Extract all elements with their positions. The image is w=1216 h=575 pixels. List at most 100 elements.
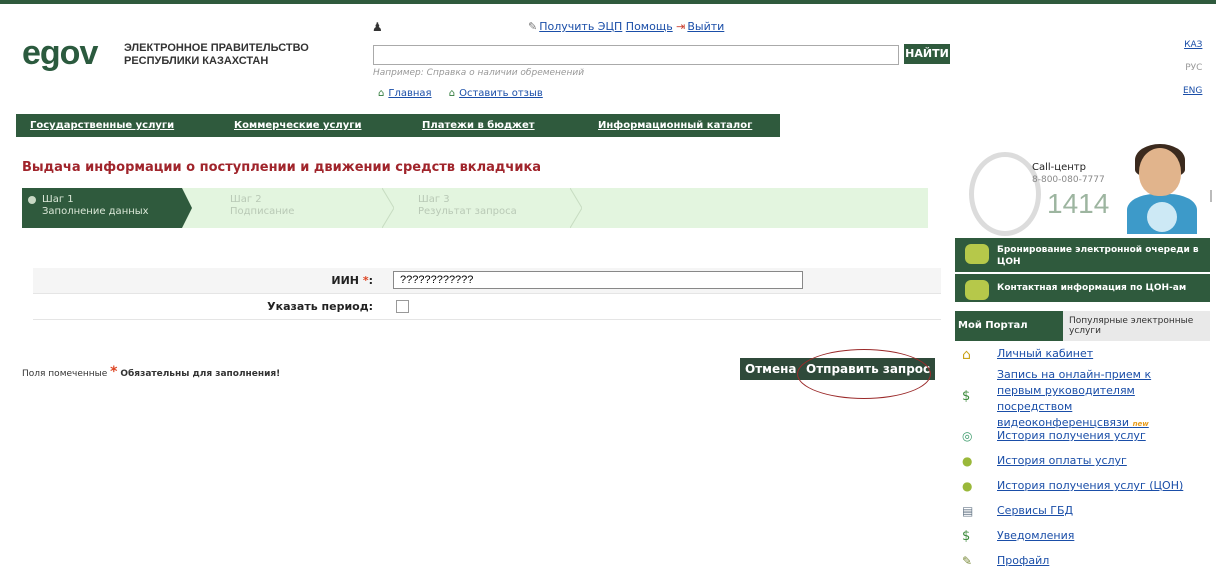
call-center-box: Call-центр 8-800-080-7777 1414 [955,140,1210,236]
nav-budget-payments[interactable]: Платежи в бюджет [422,120,535,131]
call-center-short-number: 1414 [1047,188,1110,219]
feedback-link[interactable]: Оставить отзыв [459,88,543,99]
form-row-period: Указать период: [33,294,941,320]
list-item: $ Запись на онлайн-прием к первым руково… [955,367,1210,429]
nav-info-catalog[interactable]: Информационный каталог [598,120,752,131]
step-1-label: Шаг 1 Заполнение данных [42,194,149,218]
video-appointment-text: Запись на онлайн-прием к первым руководи… [997,368,1152,429]
user-name [388,18,508,32]
search-input[interactable] [373,45,899,65]
operator-image [1125,142,1197,234]
main-navigation: Государственные услуги Коммерческие услу… [16,114,780,137]
database-icon: ▤ [962,504,974,518]
call-center-number: 8-800-080-7777 [1032,175,1105,185]
active-step-icon [28,196,36,204]
sidebar-tabs: Мой Портал Популярные электронные услуги [955,311,1210,341]
step-2-name: Подписание [230,206,295,217]
step-3-label: Шаг 3 Результат запроса [418,194,517,218]
logout-link[interactable]: Выйти [687,20,724,33]
top-border [0,0,1216,4]
video-appointment-link[interactable]: Запись на онлайн-прием к первым руководи… [997,367,1197,432]
help-link[interactable]: Помощь [626,20,673,33]
search-hint: Например: Справка о наличии обременений [373,68,585,78]
house-icon: ⌂ [962,347,971,363]
list-item: $ Уведомления [955,525,1210,550]
iin-label-text: ИИН [331,274,359,287]
subnav: ⌂ Главная ⌂ Оставить отзыв [378,88,557,99]
iin-field[interactable] [393,271,803,289]
step-1-name: Заполнение данных [42,206,149,217]
note-prefix: Поля помеченные [22,369,108,379]
step-progress: Шаг 1 Заполнение данных Шаг 2 Подписание Ш… [22,188,928,228]
period-checkbox[interactable] [396,300,409,313]
egov-logo[interactable]: egov [22,34,98,72]
logo-caption: ЭЛЕКТРОННОЕ ПРАВИТЕЛЬСТВО РЕСПУБЛИКИ КАЗ… [124,42,309,68]
highlight-circle [797,349,931,399]
money-icon: $ [962,389,971,404]
tab-popular-services[interactable]: Популярные электронные услуги [1063,311,1210,341]
page-title: Выдача информации о поступлении и движен… [22,160,542,175]
list-item: ▤ Сервисы ГБД [955,500,1210,525]
home-icon: ⌂ [378,88,385,99]
people-icon [965,244,989,264]
contacts-label: Контактная информация по ЦОН-ам [997,283,1187,293]
logo-caption-line1: ЭЛЕКТРОННОЕ ПРАВИТЕЛЬСТВО [124,42,309,54]
con-history-icon: ● [962,479,973,493]
logout-icon: ⇥ [676,20,686,33]
cancel-button[interactable]: Отмена [740,358,802,380]
nav-commercial-services[interactable]: Коммерческие услуги [234,120,362,131]
notifications-link[interactable]: Уведомления [997,529,1074,542]
step-3: Шаг 3 Результат запроса [400,188,600,228]
history-icon: ◎ [962,429,973,443]
gbd-services-link[interactable]: Сервисы ГБД [997,504,1073,517]
scrollbar-mark[interactable] [1210,190,1212,202]
get-eds-link[interactable]: Получить ЭЦП [539,20,622,33]
home-link[interactable]: Главная [388,88,431,99]
services-history-link[interactable]: История получения услуг [997,429,1146,442]
lang-eng[interactable]: ENG [1183,86,1202,96]
step-1: Шаг 1 Заполнение данных [22,188,192,228]
required-note: Поля помеченные * Обязательны для заполн… [22,364,280,380]
lang-rus[interactable]: РУС [1185,63,1202,73]
personal-cabinet-link[interactable]: Личный кабинет [997,347,1093,360]
my-portal-list: ⌂ Личный кабинет $ Запись на онлайн-прие… [955,345,1210,570]
payment-history-link[interactable]: История оплаты услуг [997,454,1127,467]
step-3-number: Шаг 3 [418,194,450,205]
nav-gov-services[interactable]: Государственные услуги [30,120,174,131]
step-1-number: Шаг 1 [42,194,74,205]
user-icon: ♟ [372,20,383,34]
list-item: ● История получения услуг (ЦОН) [955,475,1210,500]
call-center-label: Call-центр [1032,162,1086,173]
profile-link[interactable]: Профайл [997,554,1049,567]
payment-icon: ● [962,454,973,468]
notification-icon: $ [962,529,971,544]
iin-label: ИИН *: [331,274,373,287]
language-switcher: КАЗ РУС ENG [1183,34,1202,103]
logo-wordmark: egov [22,34,98,72]
required-star: * [110,364,118,380]
form-row-iin: ИИН *: [33,268,941,294]
queue-booking-button[interactable]: Бронирование электронной очереди в ЦОН [955,238,1210,272]
step-2: Шаг 2 Подписание [212,188,392,228]
list-item: ● История оплаты услуг [955,450,1210,475]
feedback-icon: ⌂ [448,88,456,99]
step-3-name: Результат запроса [418,206,517,217]
logo-caption-line2: РЕСПУБЛИКИ КАЗАХСТАН [124,55,269,67]
request-form: ИИН *: Указать период: [33,268,941,320]
list-item: ◎ История получения услуг [955,425,1210,450]
top-links: ✎ Получить ЭЦП Помощь ⇥ Выйти [528,20,724,33]
search-button[interactable]: НАЙТИ [904,44,950,64]
required-mark: * [362,274,369,287]
period-label: Указать период: [267,300,373,313]
contacts-icon [965,280,989,300]
step-2-label: Шаг 2 Подписание [230,194,294,218]
queue-booking-label: Бронирование электронной очереди в ЦОН [997,245,1199,267]
con-history-link[interactable]: История получения услуг (ЦОН) [997,479,1183,492]
contacts-button[interactable]: Контактная информация по ЦОН-ам [955,274,1210,302]
tab-my-portal[interactable]: Мой Портал [955,311,1063,341]
list-item: ⌂ Личный кабинет [955,345,1210,367]
profile-icon: ✎ [962,554,973,568]
note-bold: Обязательны для заполнения! [120,369,281,379]
lang-kaz[interactable]: КАЗ [1184,40,1202,50]
step-2-number: Шаг 2 [230,194,262,205]
